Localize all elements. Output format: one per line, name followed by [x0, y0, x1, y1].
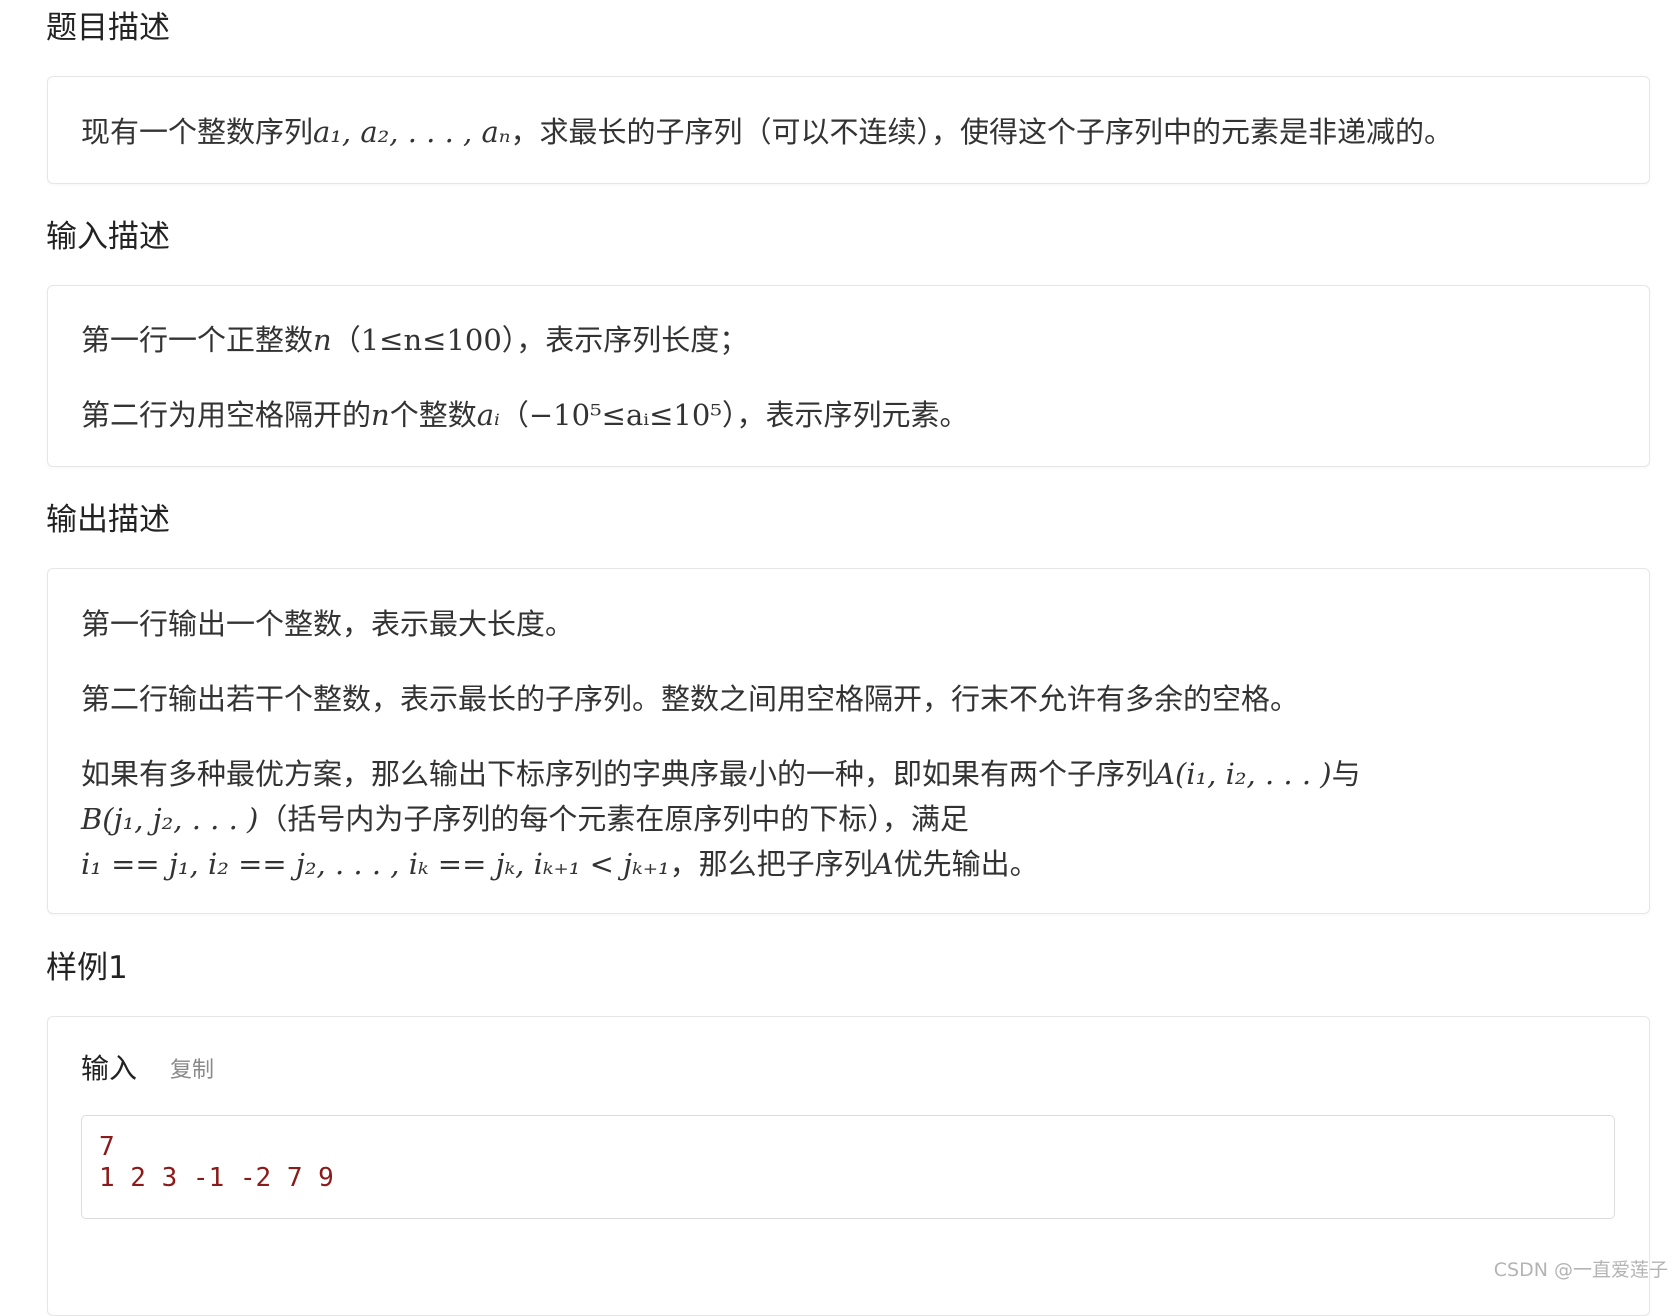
lexicographic-condition-formula: i₁ == j₁, i₂ == j₂, . . . , iₖ == jₖ, iₖ… [81, 847, 670, 881]
problem-description-text: 现有一个整数序列a₁, a₂, . . . , aₙ，求最长的子序列（可以不连续… [81, 108, 1619, 156]
sample-input-line-1: 7 [99, 1132, 115, 1162]
csdn-watermark: CSDN @一直爱莲子 [1493, 1259, 1668, 1281]
n-variable: n [371, 398, 390, 432]
problem-page: 题目描述 现有一个整数序列a₁, a₂, . . . , aₙ，求最长的子序列（… [0, 0, 1676, 1316]
input-text-part: 第二行为用空格隔开的 [81, 398, 372, 432]
output-line-5: i₁ == j₁, i₂ == j₂, . . . , iₖ == jₖ, iₖ… [81, 840, 1619, 888]
output-line-1: 第一行输出一个整数，表示最大长度。 [81, 607, 575, 641]
output-description-title: 输出描述 [46, 502, 170, 538]
output-text-part: 如果有多种最优方案，那么输出下标序列的字典序最小的一种，即如果有两个子序列 [81, 757, 1155, 791]
a-variable: A [872, 847, 894, 881]
output-text-part: （括号内为子序列的每个元素在原序列中的下标），满足 [258, 802, 969, 836]
ai-variable: aᵢ [476, 398, 500, 432]
output-text-part: 与 [1331, 757, 1361, 791]
sequence-formula: a₁, a₂, . . . , aₙ [313, 115, 511, 149]
sample-1-title: 样例1 [46, 950, 128, 986]
output-line-2: 第二行输出若干个整数，表示最长的子序列。整数之间用空格隔开，行末不允许有多余的空… [81, 682, 1300, 716]
input-text-part: 个整数 [389, 398, 477, 432]
problem-text-part: ，求最长的子序列（可以不连续），使得这个子序列中的元素是非递减的。 [510, 115, 1454, 149]
output-line-3: 如果有多种最优方案，那么输出下标序列的字典序最小的一种，即如果有两个子序列A(i… [81, 750, 1619, 798]
n-range-formula: 1≤n≤100 [360, 323, 502, 357]
output-text-part: 优先输出。 [893, 847, 1039, 881]
input-text-part: （ [499, 398, 529, 432]
input-text-part: ），表示序列长度； [501, 323, 749, 357]
output-description-card: 第一行输出一个整数，表示最大长度。 第二行输出若干个整数，表示最长的子序列。整数… [47, 568, 1650, 914]
sample-input-code-block[interactable]: 7 1 2 3 -1 -2 7 9 [81, 1115, 1615, 1219]
input-description-card: 第一行一个正整数n（1≤n≤100），表示序列长度； 第二行为用空格隔开的n个整… [47, 285, 1650, 467]
input-text-part: 第一行一个正整数 [81, 323, 314, 357]
input-text-part: ），表示序列元素。 [721, 398, 969, 432]
sample-1-card: 输入 复制 7 1 2 3 -1 -2 7 9 [47, 1016, 1650, 1316]
input-description-title: 输入描述 [46, 219, 170, 255]
input-text-part: （ [331, 323, 361, 357]
problem-description-card: 现有一个整数序列a₁, a₂, . . . , aₙ，求最长的子序列（可以不连续… [47, 76, 1650, 184]
ai-range-formula: −10⁵≤aᵢ≤10⁵ [528, 398, 722, 432]
subsequence-a-formula: A(i₁, i₂, . . . ) [1154, 757, 1332, 791]
problem-description-title: 题目描述 [46, 10, 170, 46]
copy-button[interactable]: 复制 [170, 1052, 214, 1084]
sample-input-line-2: 1 2 3 -1 -2 7 9 [99, 1163, 334, 1193]
subsequence-b-formula: B(j₁, j₂, . . . ) [81, 802, 259, 836]
n-variable: n [313, 323, 332, 357]
output-line-4: B(j₁, j₂, . . . )（括号内为子序列的每个元素在原序列中的下标），… [81, 795, 1619, 843]
output-text-part: ，那么把子序列 [669, 847, 873, 881]
problem-text-part: 现有一个整数序列 [81, 115, 314, 149]
input-line-2: 第二行为用空格隔开的n个整数aᵢ（−10⁵≤aᵢ≤10⁵），表示序列元素。 [81, 391, 1619, 439]
sample-input-label: 输入 [81, 1052, 138, 1085]
input-line-1: 第一行一个正整数n（1≤n≤100），表示序列长度； [81, 316, 1619, 364]
